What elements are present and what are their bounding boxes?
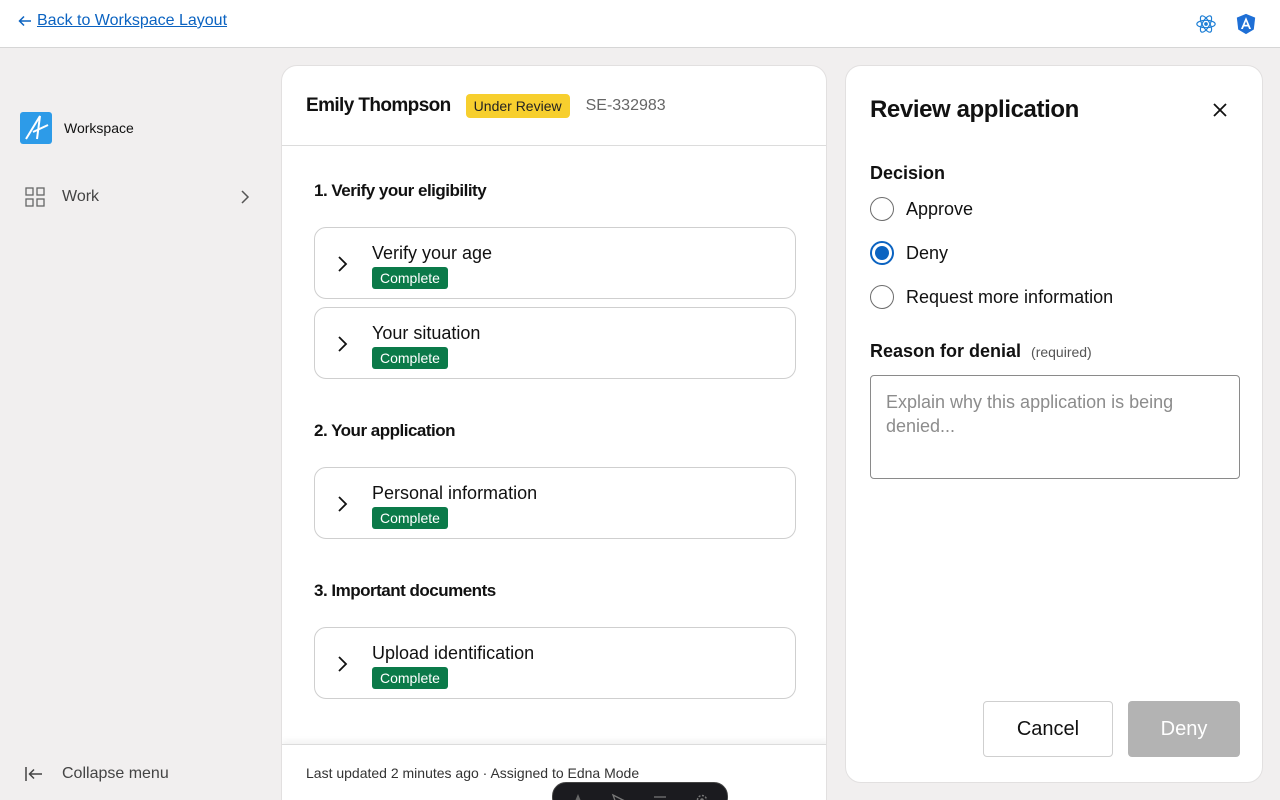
status-badge: Under Review [465, 93, 570, 118]
dev-toolbar[interactable] [552, 782, 728, 800]
section-title: 3. Important documents [314, 581, 496, 600]
sidebar-item-work[interactable]: Work [24, 185, 256, 209]
deny-button[interactable]: Deny [1128, 701, 1240, 757]
grid-icon [25, 187, 45, 207]
sidebar-item-label: Work [62, 188, 100, 205]
radio-approve[interactable]: Approve [870, 197, 973, 221]
top-bar: Back to Workspace Layout [0, 0, 1280, 48]
status-badge: Complete [372, 507, 448, 529]
section-title: 2. Your application [314, 421, 456, 440]
chevron-right-icon [338, 656, 348, 672]
review-panel: Review application Decision Approve Deny… [845, 65, 1263, 783]
chevron-right-icon [338, 496, 348, 512]
reason-label: Reason for denial (required) [870, 341, 1092, 362]
radio-button[interactable] [870, 197, 894, 221]
task-item-your-situation[interactable]: Your situation Complete [314, 307, 796, 379]
last-updated-text: Last updated 2 minutes ago · Assigned to… [306, 765, 640, 781]
case-id: SE-332983 [585, 96, 666, 114]
status-badge: Complete [372, 347, 448, 369]
radio-label: Deny [906, 242, 949, 263]
back-link-label: Back to Workspace Layout [37, 12, 228, 29]
collapse-left-icon [25, 767, 42, 781]
status-badge: Complete [372, 267, 448, 289]
task-item-verify-age[interactable]: Verify your age Complete [314, 227, 796, 299]
task-title: Your situation [372, 323, 481, 343]
task-item-personal-information[interactable]: Personal information Complete [314, 467, 796, 539]
workspace-logo-icon [20, 112, 52, 144]
settings-gear-icon[interactable] [695, 793, 709, 800]
task-item-upload-identification[interactable]: Upload identification Complete [314, 627, 796, 699]
reason-textarea[interactable] [870, 375, 1240, 479]
chevron-right-icon [338, 336, 348, 352]
application-card: Emily Thompson Under Review SE-332983 1.… [281, 65, 827, 800]
task-title: Upload identification [372, 643, 535, 663]
collapse-menu-button[interactable]: Collapse menu [24, 764, 169, 784]
brand-label: Workspace [64, 120, 134, 136]
task-title: Personal information [372, 483, 538, 503]
required-indicator: (required) [1031, 344, 1092, 360]
task-title: Verify your age [372, 243, 493, 263]
sidebar: Workspace Work Collapse menu [0, 48, 280, 800]
radio-deny[interactable]: Deny [870, 241, 948, 265]
menu-icon[interactable] [653, 793, 667, 800]
cancel-button[interactable]: Cancel [983, 701, 1113, 757]
radio-label: Approve [906, 198, 974, 219]
workspace-brand[interactable]: Workspace [20, 112, 134, 144]
close-icon[interactable] [1208, 98, 1232, 122]
astro-icon[interactable] [571, 793, 585, 800]
radio-label: Request more information [906, 286, 1114, 307]
back-to-workspace-link[interactable]: Back to Workspace Layout [18, 12, 227, 30]
react-icon[interactable] [1195, 13, 1217, 35]
collapse-menu-label: Collapse menu [62, 765, 169, 782]
radio-request-more-information[interactable]: Request more information [870, 285, 1113, 309]
decision-label: Decision [870, 163, 946, 183]
arrow-left-icon [18, 15, 31, 27]
status-badge: Complete [372, 667, 448, 689]
section-title: 1. Verify your eligibility [314, 181, 487, 200]
radio-button[interactable] [870, 241, 894, 265]
chevron-right-icon [241, 190, 250, 204]
application-header: Emily Thompson Under Review SE-332983 [282, 66, 826, 146]
reason-label-text: Reason for denial [870, 341, 1022, 361]
chevron-right-icon [338, 256, 348, 272]
angular-icon[interactable] [1235, 13, 1257, 35]
inspect-icon[interactable] [611, 793, 625, 800]
radio-button[interactable] [870, 285, 894, 309]
review-panel-title: Review application [870, 96, 1079, 123]
applicant-name: Emily Thompson [306, 94, 451, 116]
